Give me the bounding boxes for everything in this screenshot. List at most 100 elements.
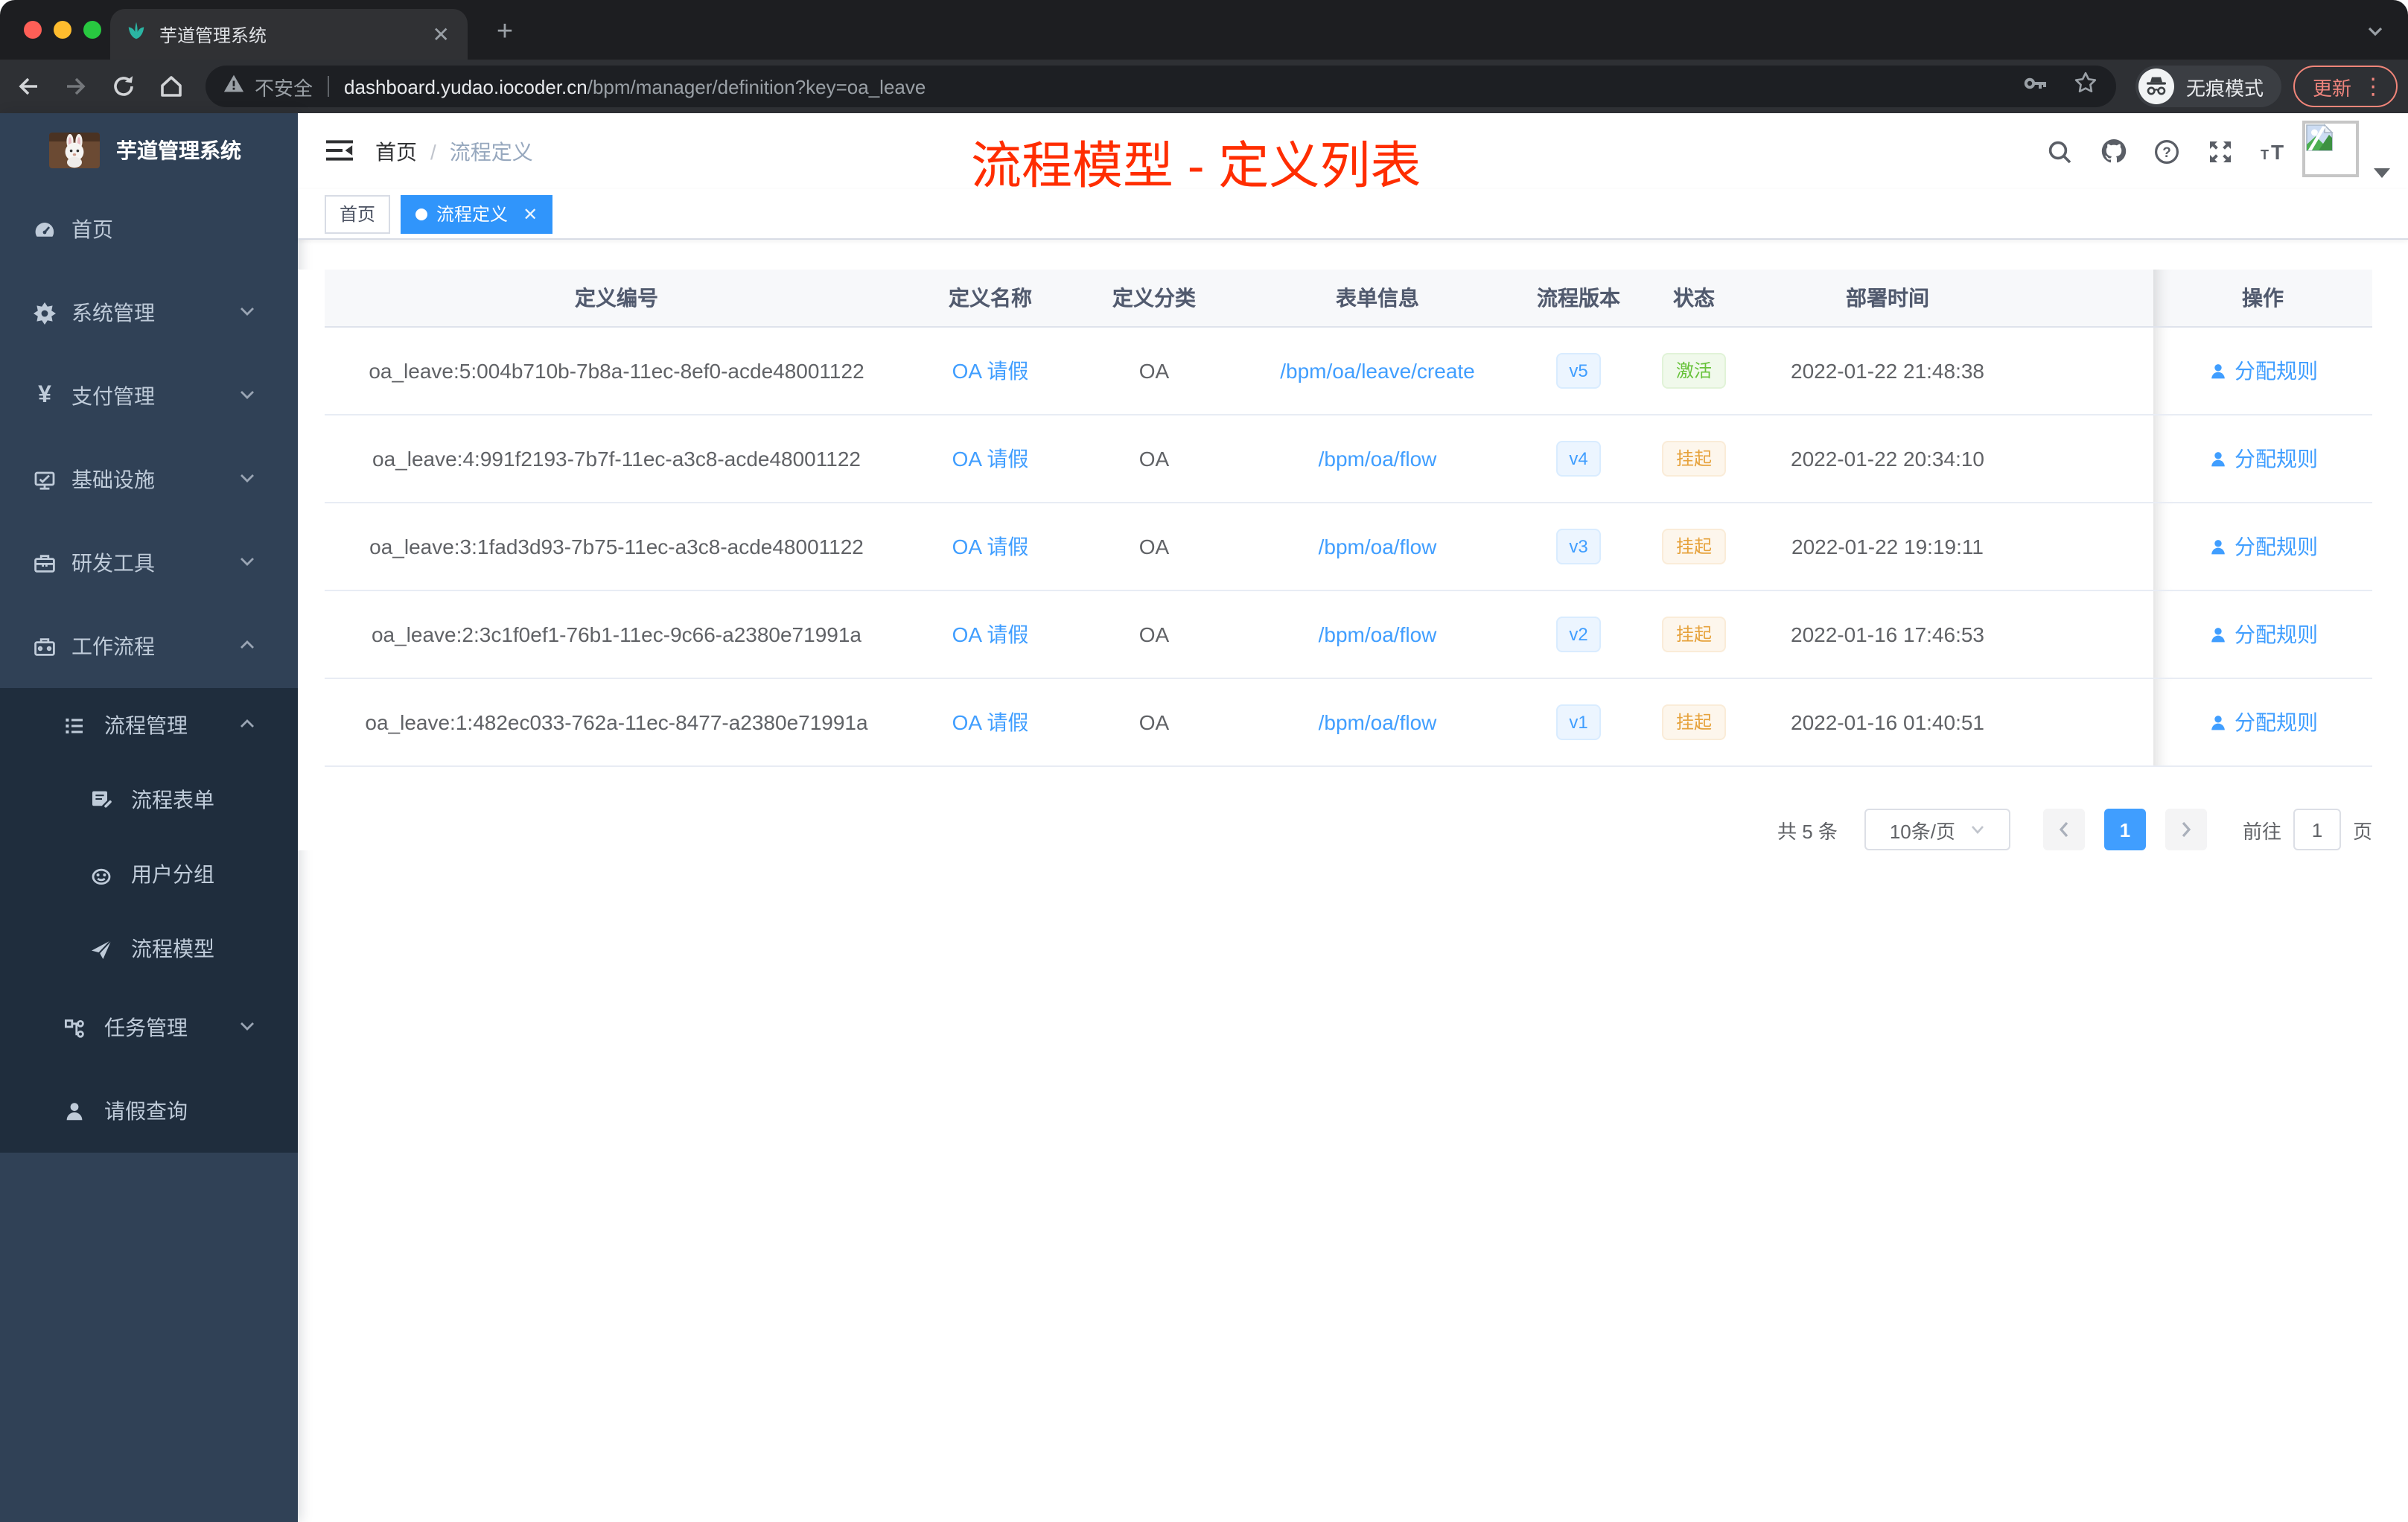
refresh-icon[interactable] — [104, 67, 143, 106]
form-info-link[interactable]: /bpm/oa/flow — [1319, 623, 1437, 646]
cell-form-info: /bpm/oa/flow — [1236, 590, 1519, 679]
breadcrumb-home[interactable]: 首页 — [375, 136, 417, 166]
sidebar-item-devtools[interactable]: 研发工具 — [0, 521, 298, 605]
fullscreen-icon[interactable] — [2205, 136, 2235, 166]
table-row: oa_leave:1:482ec033-762a-11ec-8477-a2380… — [325, 678, 2372, 767]
sidebar-item-leave-query[interactable]: 请假查询 — [0, 1069, 298, 1153]
breadcrumb-current: 流程定义 — [449, 139, 533, 163]
home-icon[interactable] — [152, 67, 191, 106]
sidebar-item-task-management[interactable]: 任务管理 — [0, 986, 298, 1069]
main-area: 首页 / 流程定义 流程模型 - 定义列表 ? T T 首页 流程定义 ✕ 定义… — [298, 113, 2408, 1522]
form-info-link[interactable]: /bpm/oa/flow — [1319, 447, 1437, 471]
github-icon[interactable] — [2098, 136, 2128, 166]
tag-home[interactable]: 首页 — [325, 194, 391, 233]
sidebar-item-label: 请假查询 — [104, 1099, 188, 1123]
new-tab-button[interactable]: + — [485, 13, 524, 52]
assign-rule-button[interactable]: 分配规则 — [2208, 620, 2318, 649]
status-badge: 挂起 — [1662, 704, 1725, 740]
search-icon[interactable] — [2045, 136, 2074, 166]
sidebar-item-user-group[interactable]: 用户分组 — [0, 837, 298, 911]
sidebar-item-payment[interactable]: ¥ 支付管理 — [0, 354, 298, 438]
next-page-button[interactable] — [2165, 809, 2207, 850]
cell-category: OA — [1072, 678, 1236, 767]
tab-search-chevron-icon[interactable] — [2366, 21, 2384, 48]
assign-rule-button[interactable]: 分配规则 — [2208, 356, 2318, 386]
form-info-link[interactable]: /bpm/oa/flow — [1319, 535, 1437, 558]
sidebar-item-system[interactable]: 系统管理 — [0, 271, 298, 354]
sidebar-item-label: 基础设施 — [71, 468, 155, 491]
back-icon[interactable] — [9, 67, 48, 106]
navbar: 首页 / 流程定义 流程模型 - 定义列表 ? T T — [298, 113, 2408, 195]
cell-form-info: /bpm/oa/flow — [1236, 678, 1519, 767]
definition-name-link[interactable]: OA 请假 — [952, 359, 1029, 383]
forward-icon[interactable] — [57, 67, 95, 106]
version-badge: v3 — [1555, 529, 1602, 564]
assign-rule-button[interactable]: 分配规则 — [2208, 707, 2318, 737]
cell-deploy-time: 2022-01-16 01:40:51 — [1750, 678, 2025, 767]
page-size-select[interactable]: 10条/页 — [1864, 809, 2010, 850]
bookmark-star-icon[interactable] — [2073, 70, 2098, 103]
active-tag-dot — [415, 208, 428, 220]
cell-definition-name: OA 请假 — [908, 415, 1072, 503]
font-size-icon[interactable]: TT — [2259, 136, 2289, 166]
sidebar-collapse-icon[interactable] — [325, 136, 354, 165]
sidebar-item-infrastructure[interactable]: 基础设施 — [0, 438, 298, 521]
url-path[interactable]: /bpm/manager/definition?key=oa_leave — [587, 75, 926, 98]
form-edit-icon — [89, 788, 113, 812]
cell-actions: 分配规则 — [2153, 678, 2372, 767]
browser-menu-dots-icon[interactable]: ⋮ — [2362, 73, 2384, 100]
update-label: 更新 — [2313, 77, 2352, 99]
robot-icon — [89, 862, 113, 886]
screen: 芋道管理系统 ✕ + 不安全 dashboard.yudao.iocoder.c… — [0, 0, 2408, 1522]
definition-name-link[interactable]: OA 请假 — [952, 535, 1029, 558]
breadcrumb: 首页 / 流程定义 — [375, 113, 533, 189]
chevron-up-icon — [238, 634, 256, 658]
tag-close-icon[interactable]: ✕ — [523, 203, 538, 224]
form-info-link[interactable]: /bpm/oa/leave/create — [1280, 359, 1475, 383]
sidebar-item-workflow[interactable]: 工作流程 — [0, 605, 298, 688]
definition-name-link[interactable]: OA 请假 — [952, 623, 1029, 646]
list-tree-icon — [63, 713, 86, 737]
help-icon[interactable]: ? — [2152, 136, 2182, 166]
status-badge: 挂起 — [1662, 441, 1725, 477]
breadcrumb-separator: / — [430, 139, 436, 163]
current-page-button[interactable]: 1 — [2103, 809, 2146, 850]
chevron-down-icon — [238, 384, 256, 408]
assign-rule-button[interactable]: 分配规则 — [2208, 532, 2318, 561]
sidebar-item-home[interactable]: 首页 — [0, 188, 298, 271]
yen-icon: ¥ — [38, 383, 51, 408]
incognito-badge: 无痕模式 — [2135, 66, 2282, 107]
assign-rule-button[interactable]: 分配规则 — [2208, 444, 2318, 474]
goto-page-input[interactable] — [2293, 809, 2341, 850]
tab-close-icon[interactable]: ✕ — [430, 22, 453, 47]
cell-form-info: /bpm/oa/flow — [1236, 415, 1519, 503]
zoom-window-button[interactable] — [83, 21, 101, 39]
address-bar[interactable]: 不安全 dashboard.yudao.iocoder.cn/bpm/manag… — [206, 66, 2116, 107]
tag-process-definition[interactable]: 流程定义 ✕ — [401, 194, 553, 233]
user-avatar-menu[interactable] — [2302, 121, 2390, 186]
cell-definition-id: oa_leave:4:991f2193-7b7f-11ec-a3c8-acde4… — [325, 415, 908, 503]
cell-status: 挂起 — [1638, 678, 1750, 767]
url-domain[interactable]: dashboard.yudao.iocoder.cn — [344, 75, 587, 98]
form-info-link[interactable]: /bpm/oa/flow — [1319, 710, 1437, 734]
cell-status: 挂起 — [1638, 590, 1750, 679]
gear-icon — [33, 301, 57, 325]
cell-category: OA — [1072, 503, 1236, 591]
sidebar-item-process-model[interactable]: 流程模型 — [0, 911, 298, 986]
chrome-update-button[interactable]: 更新 ⋮ — [2293, 66, 2398, 107]
page-unit-label: 页 — [2352, 820, 2372, 842]
browser-tab[interactable]: 芋道管理系统 ✕ — [110, 9, 468, 60]
close-window-button[interactable] — [24, 21, 42, 39]
minimize-window-button[interactable] — [54, 21, 71, 39]
tag-label: 流程定义 — [436, 204, 509, 225]
sidebar-item-process-form[interactable]: 流程表单 — [0, 762, 298, 837]
sidebar-item-process-management[interactable]: 流程管理 — [0, 688, 298, 762]
prev-page-button[interactable] — [2042, 809, 2085, 850]
password-key-icon[interactable] — [2022, 69, 2049, 104]
cell-version: v1 — [1519, 678, 1638, 767]
briefcase-icon — [33, 634, 57, 658]
definition-name-link[interactable]: OA 请假 — [952, 710, 1029, 734]
definition-name-link[interactable]: OA 请假 — [952, 447, 1029, 471]
sidebar-logo-row[interactable]: 芋道管理系统 — [0, 113, 298, 188]
security-label[interactable]: 不安全 — [255, 72, 313, 101]
